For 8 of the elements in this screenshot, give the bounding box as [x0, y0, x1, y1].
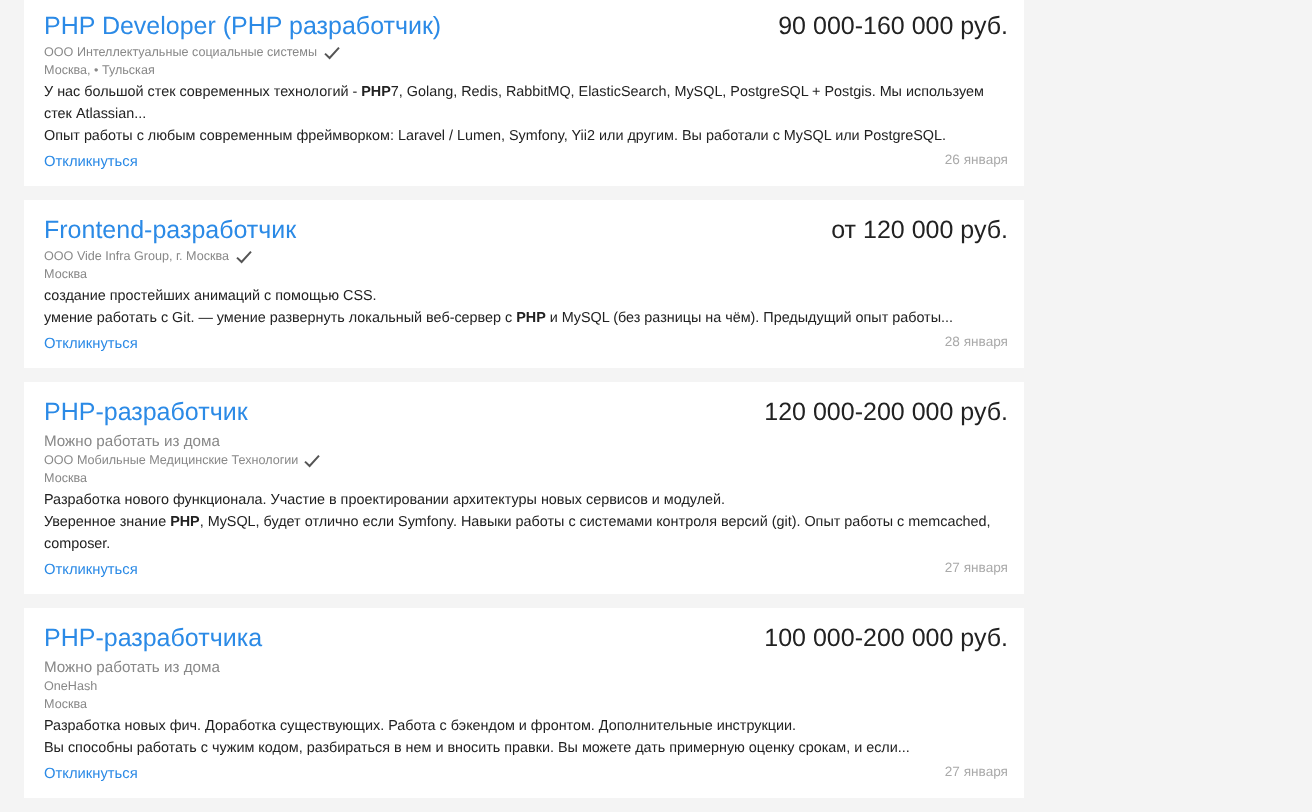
vacancy-title-link[interactable]: PHP Developer (PHP разработчик): [44, 12, 442, 40]
salary: 100 000-200 000 руб.: [764, 624, 1008, 652]
salary: от 120 000 руб.: [831, 216, 1008, 244]
vacancy-title-link[interactable]: PHP-разработчик: [44, 398, 248, 426]
vacancy-title-link[interactable]: PHP-разработчика: [44, 624, 263, 652]
salary: 120 000-200 000 руб.: [764, 398, 1008, 426]
vacancy-title-link[interactable]: Frontend-разработчик: [44, 216, 297, 244]
salary: 90 000-160 000 руб.: [778, 12, 1008, 40]
